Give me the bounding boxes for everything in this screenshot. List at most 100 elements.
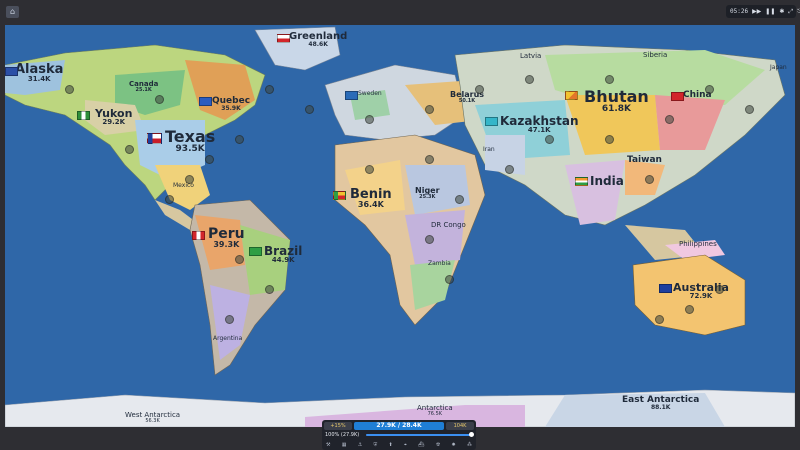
- country-label-alaska[interactable]: Alaska 31.4K: [15, 63, 63, 83]
- country-label-kazakhstan[interactable]: Kazakhstan 47.1K: [500, 115, 579, 134]
- fullscreen-icon[interactable]: ⤢: [788, 8, 793, 16]
- world-map[interactable]: Alaska 31.4K Greenland 48.6K Canada 25.1K Q…: [5, 25, 795, 427]
- pause-icon[interactable]: ❚❚: [765, 8, 775, 16]
- country-label-philippines[interactable]: Philippines: [679, 241, 717, 248]
- country-name: Taiwan: [627, 155, 662, 165]
- country-label-quebec[interactable]: Quebec 35.9K: [212, 97, 250, 112]
- home-icon[interactable]: ⌂: [6, 6, 19, 18]
- unit-marker-icon[interactable]: [545, 135, 554, 144]
- unit-marker-icon[interactable]: [685, 305, 694, 314]
- unit-marker-icon[interactable]: [425, 155, 434, 164]
- unit-marker-icon[interactable]: [65, 85, 74, 94]
- unit-marker-icon[interactable]: [605, 135, 614, 144]
- country-label-sweden[interactable]: Sweden: [358, 91, 382, 97]
- country-population: 93.5K: [175, 144, 205, 154]
- unit-marker-icon[interactable]: [445, 275, 454, 284]
- unit-marker-icon[interactable]: [125, 145, 134, 154]
- unit-marker-icon[interactable]: [365, 165, 374, 174]
- mirv-icon[interactable]: ⁂: [467, 442, 472, 448]
- country-population: 36.4K: [357, 200, 384, 209]
- gold-rate: +15%: [324, 422, 352, 430]
- attack-ratio-slider[interactable]: [366, 432, 474, 437]
- unit-marker-icon[interactable]: [235, 135, 244, 144]
- country-name: Texas: [165, 127, 216, 146]
- port-icon[interactable]: ⚓: [358, 442, 362, 448]
- country-label-west-antarctica[interactable]: West Antarctica 56.3K: [125, 412, 180, 424]
- unit-marker-icon[interactable]: [265, 285, 274, 294]
- unit-marker-icon[interactable]: [705, 85, 714, 94]
- build-icon[interactable]: ⚒: [326, 442, 330, 448]
- country-label-latvia[interactable]: Latvia: [520, 53, 541, 60]
- defense-icon[interactable]: ⛨: [374, 442, 378, 448]
- country-name: DR Congo: [431, 221, 466, 229]
- unit-marker-icon[interactable]: [605, 75, 614, 84]
- unit-marker-icon[interactable]: [155, 95, 164, 104]
- country-label-brazil[interactable]: Brazil 44.9K: [264, 245, 302, 264]
- fast-forward-icon[interactable]: ▶▶: [752, 8, 761, 16]
- unit-marker-icon[interactable]: [475, 85, 484, 94]
- country-name: Zambia: [428, 260, 451, 267]
- country-label-benin[interactable]: Benin 36.4K: [350, 188, 392, 209]
- country-label-yukon[interactable]: Yukon 29.2K: [95, 108, 132, 126]
- country-population: 29.2K: [102, 118, 126, 126]
- flag-icon: [345, 91, 358, 100]
- unit-marker-icon[interactable]: [305, 105, 314, 114]
- unit-marker-icon[interactable]: [265, 85, 274, 94]
- country-name: Sweden: [358, 90, 382, 97]
- country-label-zambia[interactable]: Zambia: [428, 261, 451, 267]
- atom-bomb-icon[interactable]: ☢: [436, 442, 440, 448]
- flag-icon: [671, 92, 684, 101]
- country-population: 72.9K: [689, 292, 713, 300]
- country-label-argentina[interactable]: Argentina: [213, 336, 242, 342]
- city-icon[interactable]: ▦: [342, 442, 347, 448]
- country-population: 88.1K: [650, 404, 671, 411]
- country-label-siberia[interactable]: Siberia: [643, 52, 667, 59]
- country-label-antarctica[interactable]: Antarctica 76.5K: [417, 405, 453, 417]
- country-label-mexico[interactable]: Mexico: [173, 183, 194, 189]
- unit-marker-icon[interactable]: [235, 255, 244, 264]
- country-population: 61.8K: [601, 104, 631, 114]
- country-label-peru[interactable]: Peru 39.3K: [208, 227, 245, 249]
- country-label-japan[interactable]: Japan: [770, 65, 787, 71]
- country-label-iran[interactable]: Iran: [483, 147, 495, 153]
- unit-marker-icon[interactable]: [425, 105, 434, 114]
- flag-icon: [249, 247, 262, 256]
- unit-marker-icon[interactable]: [665, 115, 674, 124]
- warship-icon[interactable]: ⛴: [418, 442, 424, 448]
- hydrogen-bomb-icon[interactable]: ✸: [451, 442, 455, 448]
- country-label-canada[interactable]: Canada 25.1K: [129, 81, 158, 93]
- country-label-taiwan[interactable]: Taiwan: [627, 156, 662, 165]
- unit-marker-icon[interactable]: [425, 235, 434, 244]
- build-toolbar: ⚒ ▦ ⚓ ⛨ ⬆ ⌖ ⛴ ☢ ✸ ⁂: [326, 440, 472, 449]
- unit-marker-icon[interactable]: [645, 175, 654, 184]
- unit-marker-icon[interactable]: [715, 285, 724, 294]
- unit-marker-icon[interactable]: [185, 175, 194, 184]
- slider-knob[interactable]: [469, 432, 474, 437]
- unit-marker-icon[interactable]: [225, 315, 234, 324]
- country-label-bhutan[interactable]: Bhutan 61.8K: [584, 89, 649, 114]
- country-label-niger[interactable]: Niger 25.3K: [415, 187, 440, 200]
- attack-ratio-label: 100% (27.9K): [325, 432, 360, 438]
- country-label-drcongo[interactable]: DR Congo: [431, 222, 466, 229]
- country-name: Peru: [208, 226, 245, 242]
- unit-marker-icon[interactable]: [455, 195, 464, 204]
- unit-marker-icon[interactable]: [205, 155, 214, 164]
- unit-marker-icon[interactable]: [655, 315, 664, 324]
- unit-marker-icon[interactable]: [525, 75, 534, 84]
- country-name: Siberia: [643, 51, 668, 59]
- country-population: 76.5K: [427, 411, 443, 417]
- country-label-greenland[interactable]: Greenland 48.6K: [289, 32, 347, 48]
- top-bar: ⌂ 05:26 ▶▶ ❚❚ ✱ ⤢ ⎋: [0, 0, 800, 25]
- unit-marker-icon[interactable]: [365, 115, 374, 124]
- settings-icon[interactable]: ✱: [779, 8, 784, 16]
- unit-marker-icon[interactable]: [505, 165, 514, 174]
- control-panel: +15% 27.9K / 28.4K 104K 100% (27.9K) ⚒ ▦…: [322, 420, 476, 450]
- sam-icon[interactable]: ⌖: [404, 442, 407, 448]
- flag-icon: [192, 231, 205, 240]
- country-label-india[interactable]: India: [590, 175, 624, 187]
- country-label-texas[interactable]: Texas 93.5K: [165, 129, 215, 154]
- country-label-east-antarctica[interactable]: East Antarctica 88.1K: [622, 396, 699, 411]
- missile-silo-icon[interactable]: ⬆: [389, 442, 393, 448]
- unit-marker-icon[interactable]: [745, 105, 754, 114]
- unit-marker-icon[interactable]: [165, 195, 174, 204]
